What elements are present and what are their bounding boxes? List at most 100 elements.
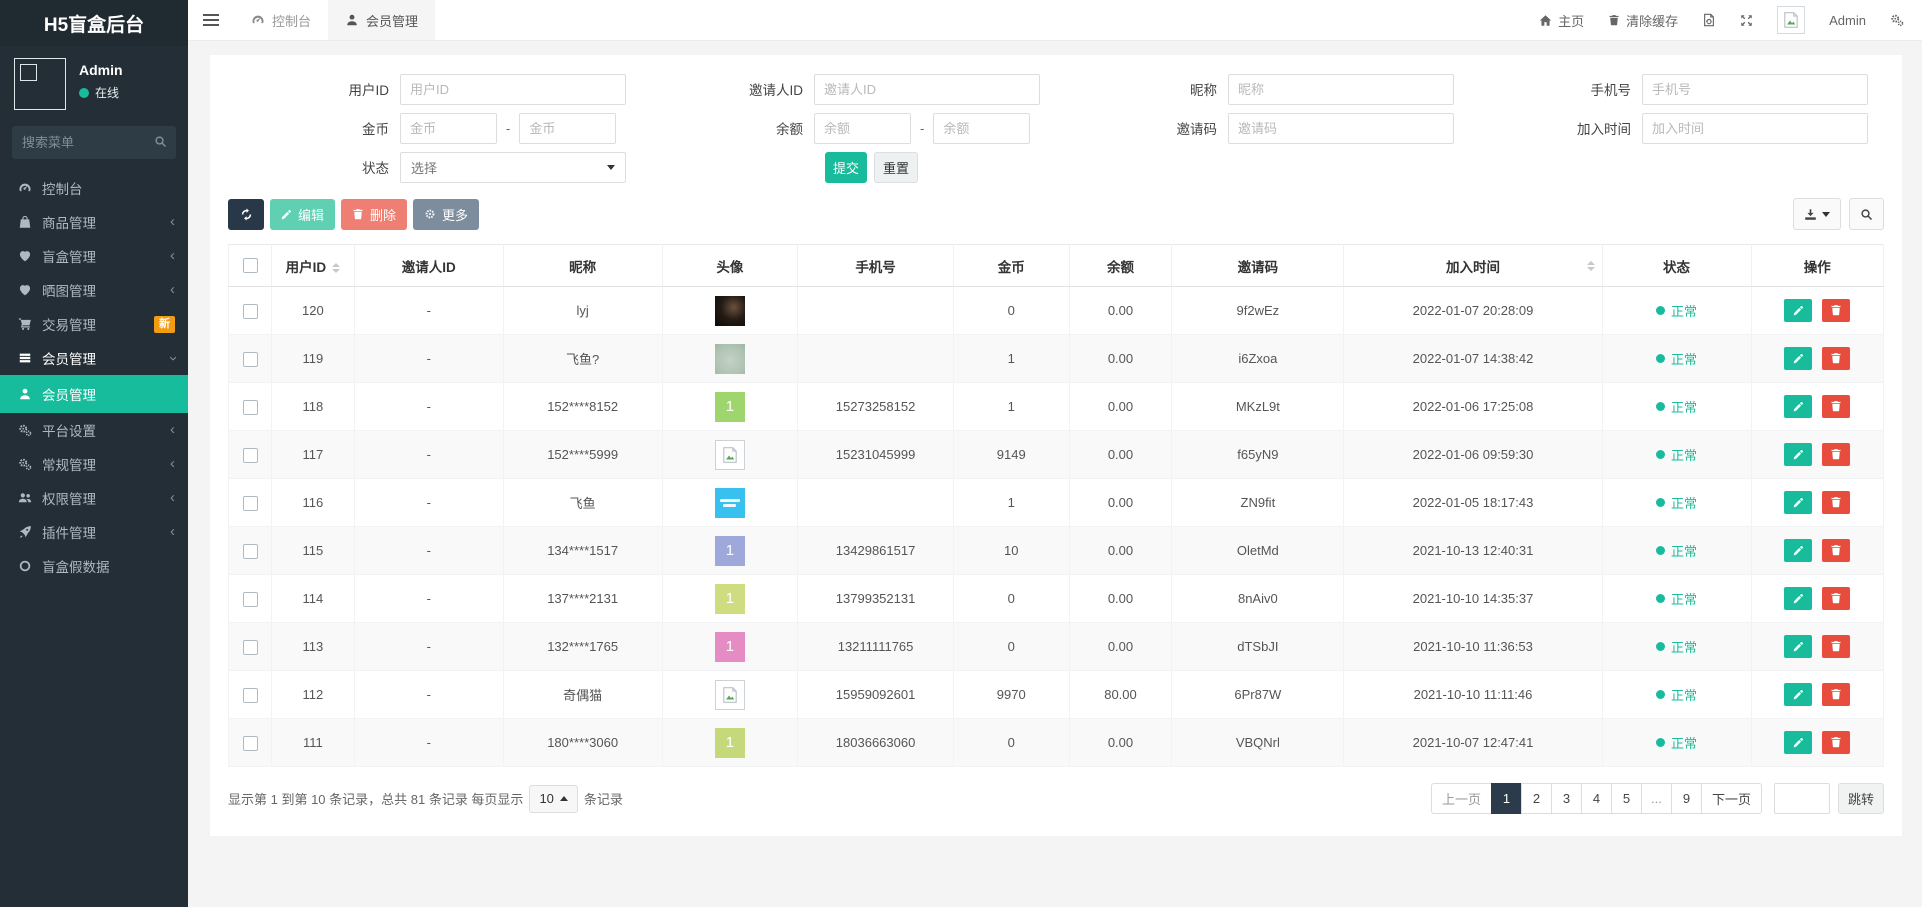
row-delete-button[interactable] — [1822, 491, 1850, 514]
range-separator: - — [920, 121, 924, 136]
cell-actions — [1751, 335, 1883, 383]
row-edit-button[interactable] — [1784, 683, 1812, 706]
page-size-dropdown[interactable]: 10 — [529, 785, 577, 813]
menu-search-input[interactable] — [12, 126, 176, 159]
sidebar-item-blindbox[interactable]: 盲盒管理‹ — [0, 239, 188, 273]
edit-button[interactable]: 编辑 — [270, 199, 335, 230]
join-time-input[interactable] — [1642, 113, 1868, 144]
row-edit-button[interactable] — [1784, 491, 1812, 514]
row-edit-button[interactable] — [1784, 587, 1812, 610]
row-edit-button[interactable] — [1784, 443, 1812, 466]
sidebar-item-auth[interactable]: 权限管理‹ — [0, 481, 188, 515]
sidebar-item-trade[interactable]: 交易管理新 — [0, 307, 188, 341]
row-delete-button[interactable] — [1822, 539, 1850, 562]
row-checkbox[interactable] — [243, 688, 258, 703]
row-checkbox[interactable] — [243, 544, 258, 559]
row-delete-button[interactable] — [1822, 635, 1850, 658]
row-edit-button[interactable] — [1784, 635, 1812, 658]
row-checkbox[interactable] — [243, 640, 258, 655]
table-row: 118 - 152****8152 1 15273258152 1 0.00 M… — [229, 383, 1884, 431]
user-id-input[interactable] — [400, 74, 626, 105]
tab-member-management[interactable]: 会员管理 — [328, 0, 435, 40]
cell-inviter-id: - — [354, 287, 503, 335]
more-button[interactable]: 更多 — [413, 199, 479, 230]
fullscreen-button[interactable] — [1740, 14, 1753, 27]
sidebar-item-general[interactable]: 常规管理‹ — [0, 447, 188, 481]
row-delete-button[interactable] — [1822, 443, 1850, 466]
row-edit-button[interactable] — [1784, 731, 1812, 754]
trash-icon — [1608, 14, 1620, 26]
toggle-search-button[interactable] — [1849, 198, 1884, 230]
col-join-time[interactable]: 加入时间 — [1344, 245, 1602, 287]
sidebar-item-addons[interactable]: 插件管理‹ — [0, 515, 188, 549]
avatar — [715, 680, 745, 710]
home-link[interactable]: 主页 — [1539, 11, 1584, 30]
row-checkbox[interactable] — [243, 592, 258, 607]
invite-code-input[interactable] — [1228, 113, 1454, 144]
navbar-username[interactable]: Admin — [1829, 13, 1866, 28]
reset-button[interactable]: 重置 — [874, 152, 918, 183]
prev-page-button[interactable]: 上一页 — [1431, 783, 1492, 814]
row-delete-button[interactable] — [1822, 299, 1850, 322]
settings-gears-button[interactable] — [1890, 13, 1904, 27]
status-select[interactable]: 选择 — [400, 152, 626, 183]
row-checkbox[interactable] — [243, 496, 258, 511]
refresh-button[interactable] — [228, 199, 264, 230]
row-delete-button[interactable] — [1822, 395, 1850, 418]
row-edit-button[interactable] — [1784, 299, 1812, 322]
status-dot-icon — [1656, 306, 1665, 315]
balance-max-input[interactable] — [933, 113, 1030, 144]
sidebar-item-platform-settings[interactable]: 平台设置‹ — [0, 413, 188, 447]
export-button[interactable] — [1793, 198, 1841, 230]
check-update-button[interactable] — [1702, 13, 1716, 27]
row-edit-button[interactable] — [1784, 539, 1812, 562]
user-status-label: 在线 — [95, 84, 119, 101]
inviter-id-input[interactable] — [814, 74, 1040, 105]
submit-button[interactable]: 提交 — [825, 152, 867, 183]
sidebar-item-member-group[interactable]: 会员管理‹ — [0, 341, 188, 375]
row-edit-button[interactable] — [1784, 347, 1812, 370]
page-button-3[interactable]: 3 — [1551, 783, 1582, 814]
gold-min-input[interactable] — [400, 113, 497, 144]
delete-button[interactable]: 删除 — [341, 199, 407, 230]
row-delete-button[interactable] — [1822, 683, 1850, 706]
row-checkbox[interactable] — [243, 352, 258, 367]
row-checkbox[interactable] — [243, 400, 258, 415]
row-checkbox[interactable] — [243, 304, 258, 319]
row-delete-button[interactable] — [1822, 347, 1850, 370]
cell-user-id: 117 — [272, 431, 355, 479]
page-button-5[interactable]: 5 — [1611, 783, 1642, 814]
page-button-9[interactable]: 9 — [1671, 783, 1702, 814]
hamburger-menu-icon[interactable] — [188, 0, 234, 40]
sidebar-item-dashboard[interactable]: 控制台 — [0, 171, 188, 205]
sidebar-item-goods[interactable]: 商品管理‹ — [0, 205, 188, 239]
page-button-1[interactable]: 1 — [1491, 783, 1522, 814]
gold-max-input[interactable] — [519, 113, 616, 144]
tab-dashboard[interactable]: 控制台 — [234, 0, 328, 40]
next-page-button[interactable]: 下一页 — [1701, 783, 1762, 814]
phone-input[interactable] — [1642, 74, 1868, 105]
row-checkbox[interactable] — [243, 448, 258, 463]
cell-inviter-id: - — [354, 575, 503, 623]
row-edit-button[interactable] — [1784, 395, 1812, 418]
filter-form: 用户ID 邀请人ID 昵称 手机号 金币 - 余额 — [228, 73, 1884, 183]
col-user-id[interactable]: 用户ID — [272, 245, 355, 287]
jump-button[interactable]: 跳转 — [1838, 783, 1884, 814]
sidebar-item-photos[interactable]: 晒图管理‹ — [0, 273, 188, 307]
row-checkbox[interactable] — [243, 736, 258, 751]
cell-join-time: 2022-01-07 14:38:42 — [1344, 335, 1602, 383]
navbar-avatar-broken-image[interactable] — [1777, 6, 1805, 34]
balance-min-input[interactable] — [814, 113, 911, 144]
sidebar-item-member[interactable]: 会员管理 — [0, 375, 188, 413]
cell-avatar: 1 — [662, 623, 798, 671]
sidebar-item-fake-data[interactable]: 盲盒假数据 — [0, 549, 188, 583]
page-button-4[interactable]: 4 — [1581, 783, 1612, 814]
cell-actions — [1751, 479, 1883, 527]
jump-page-input[interactable] — [1774, 783, 1830, 814]
select-all-checkbox[interactable] — [243, 258, 258, 273]
clear-cache-link[interactable]: 清除缓存 — [1608, 11, 1678, 30]
row-delete-button[interactable] — [1822, 731, 1850, 754]
row-delete-button[interactable] — [1822, 587, 1850, 610]
page-button-2[interactable]: 2 — [1521, 783, 1552, 814]
nickname-input[interactable] — [1228, 74, 1454, 105]
